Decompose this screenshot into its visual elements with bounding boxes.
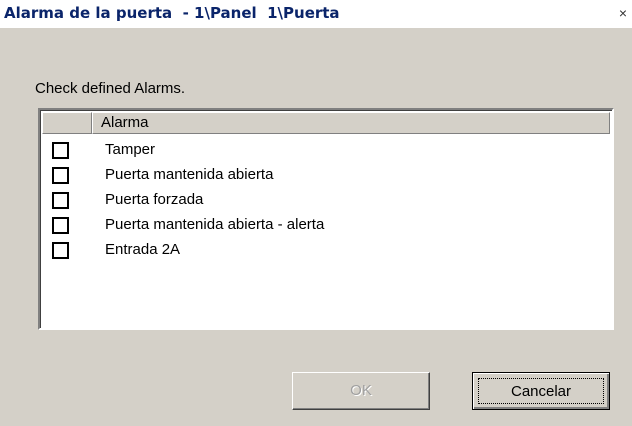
cancel-button-label: Cancelar xyxy=(478,378,604,404)
alarm-list: Alarma Tamper Puerta mantenida abierta P… xyxy=(38,108,614,330)
alarm-dialog: Alarma de la puerta - 1\Panel 1\Puerta ×… xyxy=(0,0,632,426)
alarm-checkbox[interactable] xyxy=(52,142,69,159)
ok-button[interactable]: OK xyxy=(292,372,430,410)
alarm-checkbox[interactable] xyxy=(52,242,69,259)
title-bar: Alarma de la puerta - 1\Panel 1\Puerta × xyxy=(0,0,632,28)
alarm-checkbox[interactable] xyxy=(52,192,69,209)
alarm-label: Tamper xyxy=(105,141,156,158)
column-header-alarma[interactable]: Alarma xyxy=(92,112,610,134)
alarm-checkbox[interactable] xyxy=(52,217,69,234)
cancel-button[interactable]: Cancelar xyxy=(472,372,610,410)
list-item[interactable]: Tamper xyxy=(42,138,610,163)
list-header: Alarma xyxy=(42,112,610,134)
window-title: Alarma de la puerta - 1\Panel 1\Puerta xyxy=(4,4,340,22)
list-item[interactable]: Entrada 2A xyxy=(42,238,610,263)
column-header-check[interactable] xyxy=(42,112,92,134)
alarm-label: Puerta forzada xyxy=(105,191,204,208)
instruction-label: Check defined Alarms. xyxy=(35,80,186,97)
alarm-label: Puerta mantenida abierta xyxy=(105,166,274,183)
list-item[interactable]: Puerta mantenida abierta - alerta xyxy=(42,213,610,238)
alarm-label: Puerta mantenida abierta - alerta xyxy=(105,216,325,233)
close-icon[interactable]: × xyxy=(616,4,630,22)
alarm-checkbox[interactable] xyxy=(52,167,69,184)
list-rows: Tamper Puerta mantenida abierta Puerta f… xyxy=(42,138,610,263)
alarm-label: Entrada 2A xyxy=(105,241,181,258)
list-item[interactable]: Puerta mantenida abierta xyxy=(42,163,610,188)
list-item[interactable]: Puerta forzada xyxy=(42,188,610,213)
